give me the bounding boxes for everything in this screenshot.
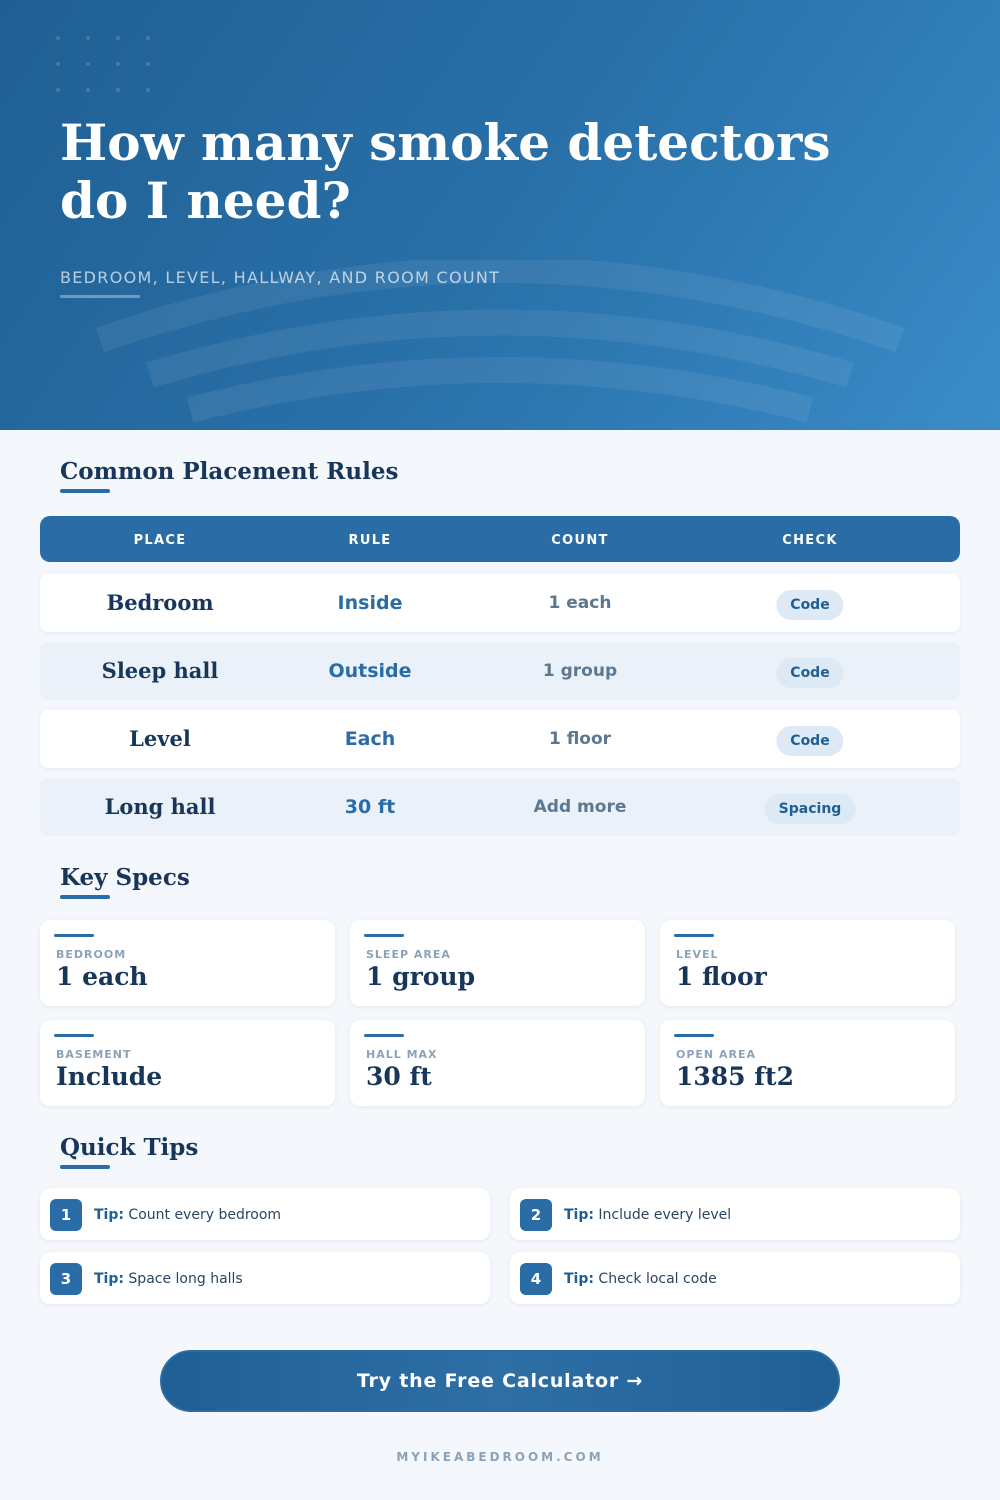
spec-label: BEDROOM: [56, 948, 127, 961]
spec-label: HALL MAX: [366, 1048, 438, 1061]
tip-text: Tip: Count every bedroom: [94, 1188, 281, 1240]
decorative-dot-grid: [56, 36, 156, 96]
row-rule: Outside: [328, 660, 412, 682]
tip-text: Tip: Space long halls: [94, 1252, 243, 1304]
card-accent-bar: [674, 1034, 714, 1037]
row-count: Add more: [533, 797, 627, 817]
header-check: CHECK: [782, 533, 838, 548]
card-accent-bar: [364, 934, 404, 937]
tip-body: Count every bedroom: [128, 1207, 282, 1223]
header-place: PLACE: [133, 533, 187, 548]
tip-card: 1 Tip: Count every bedroom: [40, 1188, 490, 1240]
tip-prefix: Tip:: [564, 1207, 594, 1223]
table-row: Long hall 30 ft Add more Spacing: [40, 778, 960, 836]
tip-body: Space long halls: [128, 1271, 243, 1287]
tip-body: Include every level: [598, 1207, 732, 1223]
spec-value: 30 ft: [366, 1062, 432, 1091]
tip-prefix: Tip:: [564, 1271, 594, 1287]
check-badge: Code: [776, 726, 844, 756]
header-count: COUNT: [551, 533, 609, 548]
tip-body: Check local code: [598, 1271, 717, 1287]
spec-card-open-area: OPEN AREA 1385 ft2: [660, 1020, 955, 1106]
spec-card-level: LEVEL 1 floor: [660, 920, 955, 1006]
row-count: 1 group: [542, 661, 618, 681]
rules-title-underline: [60, 489, 110, 493]
spec-value: 1 each: [56, 962, 148, 991]
row-rule: 30 ft: [344, 796, 396, 818]
tip-number-badge: 1: [50, 1199, 82, 1231]
spec-label: OPEN AREA: [676, 1048, 756, 1061]
spec-label: LEVEL: [676, 948, 719, 961]
spec-card-basement: BASEMENT Include: [40, 1020, 335, 1106]
header-rule: RULE: [348, 533, 392, 548]
specs-section-title: Key Specs: [60, 864, 190, 891]
tip-text: Tip: Check local code: [564, 1252, 717, 1304]
tips-title-underline: [60, 1165, 110, 1169]
tip-number-badge: 4: [520, 1263, 552, 1295]
tip-prefix: Tip:: [94, 1207, 124, 1223]
row-place: Long hall: [104, 794, 216, 819]
tip-card: 3 Tip: Space long halls: [40, 1252, 490, 1304]
spec-label: BASEMENT: [56, 1048, 132, 1061]
specs-title-underline: [60, 895, 110, 899]
card-accent-bar: [364, 1034, 404, 1037]
row-place: Level: [129, 726, 191, 751]
page-subtitle: BEDROOM, LEVEL, HALLWAY, AND ROOM COUNT: [60, 268, 501, 287]
spec-card-hall-max: HALL MAX 30 ft: [350, 1020, 645, 1106]
spec-label: SLEEP AREA: [366, 948, 451, 961]
table-row: Level Each 1 floor Code: [40, 710, 960, 768]
check-badge: Spacing: [764, 794, 856, 824]
tip-number-badge: 3: [50, 1263, 82, 1295]
spec-value: 1 group: [366, 962, 476, 991]
tip-text: Tip: Include every level: [564, 1188, 731, 1240]
table-row: Sleep hall Outside 1 group Code: [40, 642, 960, 700]
subtitle-underline: [60, 295, 140, 298]
row-count: 1 floor: [548, 729, 612, 749]
hero-banner: How many smoke detectors do I need? BEDR…: [0, 0, 1000, 430]
row-count: 1 each: [548, 593, 612, 613]
check-badge: Code: [776, 590, 844, 620]
row-place: Bedroom: [106, 590, 214, 615]
free-calculator-button[interactable]: Try the Free Calculator →: [160, 1350, 840, 1412]
spec-card-sleep-area: SLEEP AREA 1 group: [350, 920, 645, 1006]
spec-value: 1 floor: [676, 962, 767, 991]
card-accent-bar: [674, 934, 714, 937]
tip-number-badge: 2: [520, 1199, 552, 1231]
tips-section-title: Quick Tips: [60, 1134, 199, 1161]
spec-value: Include: [56, 1062, 163, 1091]
card-accent-bar: [54, 1034, 94, 1037]
rules-table-header: PLACE RULE COUNT CHECK: [40, 516, 960, 562]
table-row: Bedroom Inside 1 each Code: [40, 574, 960, 632]
tip-card: 2 Tip: Include every level: [510, 1188, 960, 1240]
row-rule: Inside: [337, 592, 403, 614]
rules-section-title: Common Placement Rules: [60, 458, 399, 485]
check-badge: Code: [776, 658, 844, 688]
row-rule: Each: [344, 728, 396, 750]
card-accent-bar: [54, 934, 94, 937]
tip-card: 4 Tip: Check local code: [510, 1252, 960, 1304]
row-place: Sleep hall: [101, 658, 219, 683]
spec-value: 1385 ft2: [676, 1062, 794, 1091]
page-title: How many smoke detectors do I need?: [60, 113, 831, 230]
footer-site-link[interactable]: MYIKEABEDROOM.COM: [0, 1450, 1000, 1464]
tip-prefix: Tip:: [94, 1271, 124, 1287]
spec-card-bedroom: BEDROOM 1 each: [40, 920, 335, 1006]
